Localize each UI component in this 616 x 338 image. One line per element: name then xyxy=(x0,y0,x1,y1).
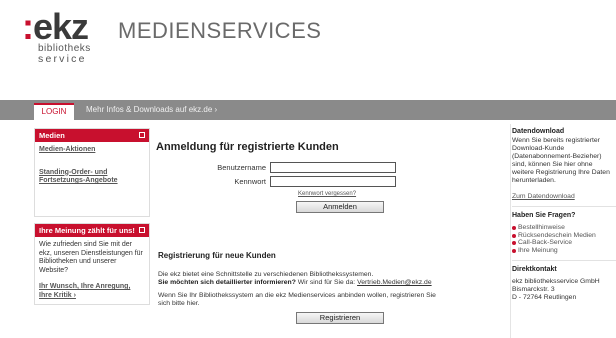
list-item[interactable]: Rücksendeschein Medien xyxy=(512,232,616,240)
standing-order-link[interactable]: Standing-Order- und Fortsetzungs-Angebot… xyxy=(39,169,145,186)
contact-line-3: D - 72764 Reutlingen xyxy=(512,293,577,301)
header: :ekz bibliotheks service MEDIENSERVICES xyxy=(0,0,616,84)
list-item[interactable]: Ihre Meinung xyxy=(512,247,616,255)
username-input[interactable] xyxy=(270,162,396,173)
medien-box: Medien Medien-Aktionen Standing-Order- u… xyxy=(34,128,150,217)
contact-line-1: ekz bibliotheksservice GmbH xyxy=(512,277,600,285)
logo-text: ekz xyxy=(33,6,89,47)
meinung-text: Wie zufrieden sind Sie mit der ekz, unse… xyxy=(39,241,143,274)
registration-line-1: Die ekz bietet eine Schnittstelle zu ver… xyxy=(158,271,374,278)
registration-text: Die ekz bietet eine Schnittstelle zu ver… xyxy=(158,271,444,287)
download-link[interactable]: Zum Datendownload xyxy=(512,193,616,200)
medien-box-body: Medien-Aktionen Standing-Order- und Fort… xyxy=(35,142,149,216)
logo-subtitle-2: service xyxy=(38,53,87,65)
medien-aktionen-link[interactable]: Medien-Aktionen xyxy=(39,146,145,155)
password-label: Kennwort xyxy=(234,177,266,186)
list-item[interactable]: Bestellhinweise xyxy=(512,224,616,232)
registration-contact-text: Wir sind für Sie da: xyxy=(295,279,358,286)
divider xyxy=(512,205,616,207)
right-sidebar: Datendownload Wenn Sie bereits registrie… xyxy=(512,128,616,302)
registration-instructions: Wenn Sie Ihr Bibliothekssystem an die ek… xyxy=(158,292,436,307)
more-info-link[interactable]: Mehr Infos & Downloads auf ekz.de › xyxy=(86,104,217,116)
ekz-logo[interactable]: :ekz bibliotheks service xyxy=(22,9,91,65)
main-content: Anmeldung für registrierte Kunden Benutz… xyxy=(156,128,442,338)
tab-login[interactable]: LOGIN xyxy=(34,103,74,120)
registration-question: Sie möchten sich detaillierter informier… xyxy=(158,279,296,286)
right-divider xyxy=(510,124,511,338)
page-title: MEDIENSERVICES xyxy=(118,18,322,43)
registration-title: Registrierung für neue Kunden xyxy=(158,251,276,260)
download-title: Datendownload xyxy=(512,128,565,135)
questions-title: Haben Sie Fragen? xyxy=(512,211,576,219)
register-button[interactable]: Registrieren xyxy=(296,312,384,324)
medien-box-title: Medien xyxy=(39,131,65,140)
password-input[interactable] xyxy=(270,176,396,187)
left-sidebar: Medien Medien-Aktionen Standing-Order- u… xyxy=(34,128,150,311)
nav-bar: LOGIN Mehr Infos & Downloads auf ekz.de … xyxy=(0,100,616,120)
username-label: Benutzername xyxy=(217,163,266,172)
divider xyxy=(512,260,616,262)
contact-title: Direktkontakt xyxy=(512,266,557,274)
login-title: Anmeldung für registrierte Kunden xyxy=(156,141,339,153)
questions-list: Bestellhinweise Rücksendeschein Medien C… xyxy=(512,224,616,254)
medien-box-header[interactable]: Medien xyxy=(35,129,149,142)
forgot-password-link[interactable]: Kennwort vergessen? xyxy=(298,191,356,197)
login-button[interactable]: Anmelden xyxy=(296,201,384,213)
sales-email-link[interactable]: Vertrieb.Medien@ekz.de xyxy=(357,279,432,286)
feedback-link[interactable]: Ihr Wunsch, Ihre Anregung, Ihre Kritik › xyxy=(39,283,145,300)
meinung-box-body: Wie zufrieden sind Sie mit der ekz, unse… xyxy=(35,237,149,304)
logo-colon: : xyxy=(22,6,34,47)
meinung-box-header[interactable]: Ihre Meinung zählt für uns! xyxy=(35,224,149,237)
list-item[interactable]: Call-Back-Service xyxy=(512,239,616,247)
collapse-icon[interactable] xyxy=(139,132,145,138)
meinung-box: Ihre Meinung zählt für uns! Wie zufriede… xyxy=(34,223,150,305)
logo-wordmark: :ekz xyxy=(22,9,91,45)
contact-line-2: Bismarckstr. 3 xyxy=(512,285,555,293)
download-text: Wenn Sie bereits registrierter Download-… xyxy=(512,136,610,184)
meinung-box-title: Ihre Meinung zählt für uns! xyxy=(39,226,135,235)
collapse-icon[interactable] xyxy=(139,227,145,233)
